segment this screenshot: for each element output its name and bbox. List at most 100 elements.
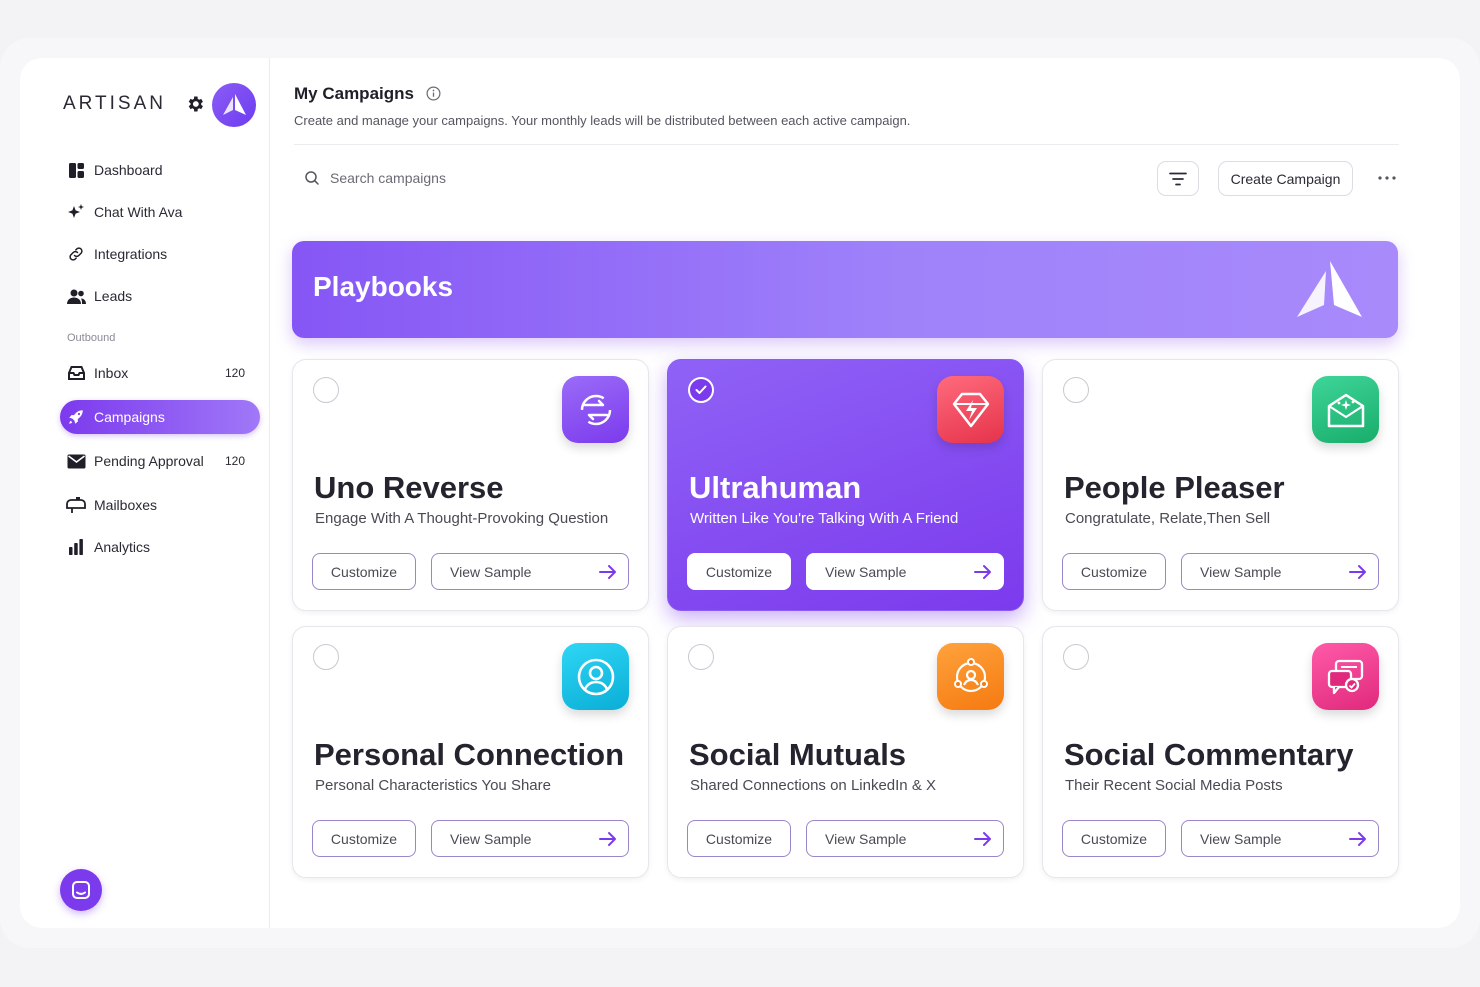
sidebar-item-leads[interactable]: Leads [60, 279, 260, 313]
sidebar-item-label: Dashboard [94, 162, 163, 178]
sidebar-item-dashboard[interactable]: Dashboard [60, 153, 260, 187]
customize-button[interactable]: Customize [687, 820, 791, 857]
sidebar-item-pending-approval[interactable]: Pending Approval 120 [60, 444, 260, 478]
swap-arrows-icon [562, 376, 629, 443]
view-sample-button[interactable]: View Sample [806, 553, 1004, 590]
view-sample-label: View Sample [450, 563, 532, 580]
select-radio[interactable] [688, 644, 714, 670]
select-radio-checked[interactable] [688, 377, 714, 403]
sidebar-item-inbox[interactable]: Inbox 120 [60, 356, 260, 390]
sidebar-item-label: Chat With Ava [94, 204, 183, 220]
network-icon [937, 643, 1004, 710]
view-sample-button[interactable]: View Sample [806, 820, 1004, 857]
card-title: Social Commentary [1064, 737, 1354, 772]
sidebar: ARTISAN Dashboard Chat With Ava Integrat… [20, 58, 270, 928]
card-subtitle: Their Recent Social Media Posts [1065, 777, 1283, 794]
check-icon [695, 385, 707, 394]
sidebar-item-label: Pending Approval [94, 453, 204, 469]
view-sample-label: View Sample [1200, 830, 1282, 847]
sidebar-item-label: Inbox [94, 365, 129, 381]
sidebar-item-label: Analytics [94, 539, 151, 555]
sidebar-item-label: Integrations [94, 246, 168, 262]
view-sample-button[interactable]: View Sample [1181, 820, 1379, 857]
select-radio[interactable] [1063, 377, 1089, 403]
sidebar-item-chat-with-ava[interactable]: Chat With Ava [60, 195, 260, 229]
customize-button[interactable]: Customize [312, 553, 416, 590]
sidebar-item-label: Campaigns [94, 409, 165, 425]
select-radio[interactable] [1063, 644, 1089, 670]
filter-icon [1169, 172, 1187, 185]
sidebar-item-campaigns[interactable]: Campaigns [60, 400, 260, 434]
sidebar-item-mailboxes[interactable]: Mailboxes [60, 488, 260, 522]
arrow-right-icon [974, 832, 991, 846]
arrow-right-icon [1349, 832, 1366, 846]
rocket-icon [66, 407, 86, 427]
card-title: Ultrahuman [689, 470, 862, 505]
section-label-outbound: Outbound [67, 332, 116, 344]
link-icon [66, 244, 86, 264]
card-subtitle: Personal Characteristics You Share [315, 777, 551, 794]
view-sample-button[interactable]: View Sample [1181, 553, 1379, 590]
view-sample-label: View Sample [825, 563, 907, 580]
view-sample-button[interactable]: View Sample [431, 553, 629, 590]
inbox-icon [66, 363, 86, 383]
sidebar-item-label: Leads [94, 288, 133, 304]
page-title: My Campaigns [294, 84, 414, 103]
playbook-card-social-commentary[interactable]: Social Commentary Their Recent Social Me… [1042, 626, 1399, 878]
sparkle-icon [66, 202, 86, 222]
customize-button[interactable]: Customize [1062, 553, 1166, 590]
view-sample-label: View Sample [825, 830, 907, 847]
view-sample-label: View Sample [1200, 563, 1282, 580]
create-campaign-button[interactable]: Create Campaign [1218, 161, 1353, 196]
search-input[interactable] [330, 170, 690, 186]
user-circle-icon [562, 643, 629, 710]
sidebar-item-analytics[interactable]: Analytics [60, 530, 260, 564]
playbook-card-people-pleaser[interactable]: People Pleaser Congratulate, Relate,Then… [1042, 359, 1399, 611]
select-radio[interactable] [313, 644, 339, 670]
app-window: ARTISAN Dashboard Chat With Ava Integrat… [20, 58, 1460, 928]
artisan-mark-icon [223, 94, 246, 115]
inbox-count-badge: 120 [224, 366, 245, 380]
playbook-card-uno-reverse[interactable]: Uno Reverse Engage With A Thought-Provok… [292, 359, 649, 611]
filter-button[interactable] [1157, 161, 1199, 196]
main-content: My Campaigns Create and manage your camp… [270, 58, 1460, 928]
card-title: Social Mutuals [689, 737, 907, 772]
banner-title: Playbooks [313, 271, 454, 302]
arrow-right-icon [599, 565, 616, 579]
artisan-mark-icon [1297, 261, 1362, 317]
card-subtitle: Engage With A Thought-Provoking Question [315, 510, 609, 527]
diamond-bolt-icon [937, 376, 1004, 443]
customize-button[interactable]: Customize [1062, 820, 1166, 857]
chat-posts-icon [1312, 643, 1379, 710]
card-subtitle: Written Like You're Talking With A Frien… [690, 510, 959, 527]
bar-chart-icon [66, 537, 86, 557]
envelope-icon [66, 451, 86, 471]
search-bar[interactable] [304, 168, 704, 188]
dashboard-icon [66, 160, 86, 180]
arrow-right-icon [1349, 565, 1366, 579]
sidebar-item-integrations[interactable]: Integrations [60, 237, 260, 271]
info-icon[interactable] [426, 86, 441, 101]
sidebar-item-label: Mailboxes [94, 497, 158, 513]
brand-logo: ARTISAN [63, 93, 167, 114]
ava-avatar[interactable] [212, 83, 256, 127]
divider [294, 144, 1399, 145]
gear-icon[interactable] [185, 94, 205, 114]
customize-button[interactable]: Customize [687, 553, 791, 590]
card-title: People Pleaser [1064, 470, 1285, 505]
page-subtitle: Create and manage your campaigns. Your m… [294, 113, 911, 128]
customize-button[interactable]: Customize [312, 820, 416, 857]
arrow-right-icon [974, 565, 991, 579]
more-options-button[interactable] [1372, 163, 1402, 193]
mailbox-icon [66, 495, 86, 515]
envelope-sparkle-icon [1312, 376, 1379, 443]
select-radio[interactable] [313, 377, 339, 403]
support-chat-button[interactable] [60, 869, 102, 911]
playbooks-banner: Playbooks [292, 241, 1398, 338]
card-title: Uno Reverse [314, 470, 504, 505]
playbook-card-personal-connection[interactable]: Personal Connection Personal Characteris… [292, 626, 649, 878]
playbook-card-social-mutuals[interactable]: Social Mutuals Shared Connections on Lin… [667, 626, 1024, 878]
users-icon [66, 286, 86, 306]
playbook-card-ultrahuman[interactable]: Ultrahuman Written Like You're Talking W… [667, 359, 1024, 611]
view-sample-button[interactable]: View Sample [431, 820, 629, 857]
